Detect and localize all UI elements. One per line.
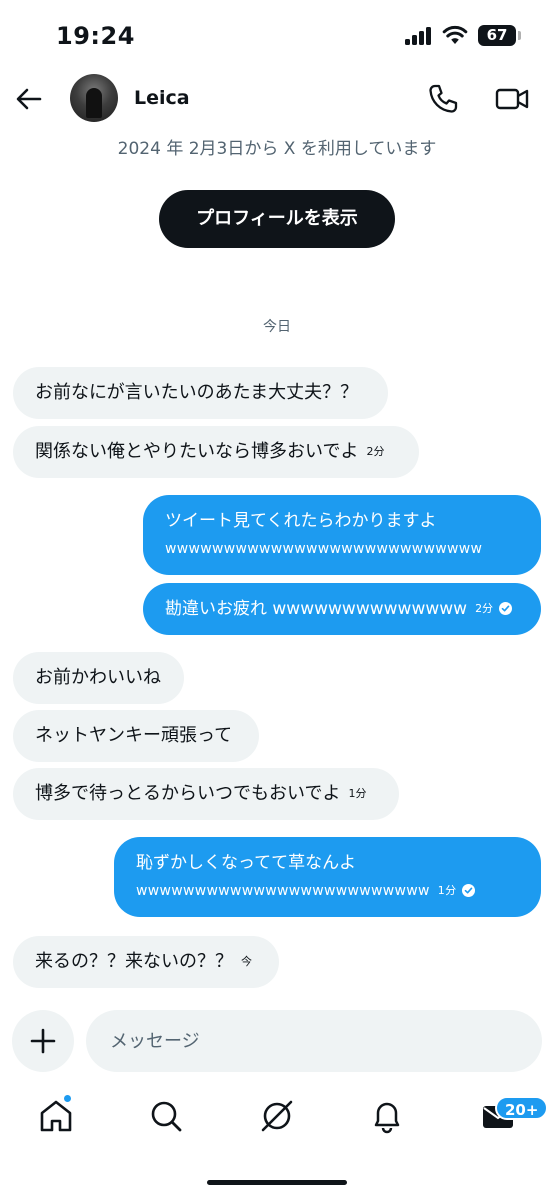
message-second-line: wwwwwwwwwwwwwwwwwwwwwwwww 1分	[136, 877, 519, 905]
message-text: wwwwwwwwwwwwwwwwwwwwwwwwwww	[165, 541, 483, 557]
message-text: お前なにが言いたいのあたま大丈夫？？	[35, 382, 359, 403]
plus-icon	[30, 1028, 56, 1054]
add-attachment-button[interactable]	[12, 1010, 74, 1072]
message-received[interactable]: お前なにが言いたいのあたま大丈夫？？	[13, 367, 388, 419]
message-text: wwwwwwwwwwwwwwwwwwwwwwwww	[136, 883, 430, 899]
message-text: 来るの？？来ないの？？	[35, 951, 233, 972]
search-icon	[151, 1101, 182, 1132]
home-notification-dot	[63, 1094, 72, 1103]
bottom-navigation	[0, 1084, 554, 1154]
avatar[interactable]	[70, 74, 118, 122]
status-time: 19:24	[56, 22, 135, 50]
message-received[interactable]: 関係ない俺とやりたいなら博多おいでよ 2分	[13, 426, 419, 478]
messages-badge: 20+	[495, 1096, 549, 1120]
message-input[interactable]	[86, 1010, 542, 1072]
message-received[interactable]: 博多で待っとるからいつでもおいでよ 1分	[13, 768, 399, 820]
phone-icon[interactable]	[426, 82, 460, 116]
message-timestamp: 1分	[348, 787, 367, 800]
grok-icon	[261, 1100, 293, 1132]
message-received[interactable]: お前かわいいね	[13, 652, 184, 704]
message-timestamp: 1分	[437, 884, 457, 897]
read-check-icon	[499, 601, 513, 615]
message-text: 恥ずかしくなってて草なんよ	[136, 853, 357, 873]
message-text: 勘違いお疲れ wwwwwwwwwwwwww	[165, 599, 468, 619]
message-text: 博多で待っとるからいつでもおいでよ	[35, 783, 341, 804]
wifi-icon	[442, 25, 468, 44]
message-sent[interactable]: 恥ずかしくなってて草なんよ wwwwwwwwwwwwwwwwwwwwwwwww 1…	[114, 837, 541, 917]
back-arrow-icon[interactable]	[12, 82, 46, 116]
message-text: 関係ない俺とやりたいなら博多おいでよ	[35, 441, 359, 462]
message-timestamp: 2分	[475, 602, 494, 615]
message-timestamp: 2分	[366, 445, 385, 458]
battery-level: 67	[478, 25, 516, 46]
contact-name[interactable]: Leica	[134, 87, 190, 109]
notifications-icon	[374, 1102, 400, 1134]
message-received[interactable]: ネットヤンキー頑張って	[13, 710, 259, 762]
message-text: ツイート見てくれたらわかりますよ	[165, 511, 437, 531]
joined-date-text: 2024 年 2月3日から X を利用しています	[117, 139, 437, 159]
view-profile-button[interactable]: プロフィールを表示	[159, 190, 395, 248]
message-received[interactable]: 来るの？？来ないの？？ 今	[13, 936, 279, 988]
message-timestamp: 今	[241, 955, 252, 968]
conversation-header: Leica	[0, 72, 554, 128]
nav-notifications[interactable]	[367, 1096, 407, 1136]
nav-home[interactable]	[36, 1094, 76, 1136]
nav-grok[interactable]	[257, 1096, 297, 1136]
message-text: お前かわいいね	[35, 667, 161, 688]
message-sent[interactable]: 勘違いお疲れ wwwwwwwwwwwwww 2分	[143, 583, 541, 635]
message-sent[interactable]: ツイート見てくれたらわかりますよ wwwwwwwwwwwwwwwwwwwwwww…	[143, 495, 541, 575]
cellular-signal-icon	[405, 27, 433, 45]
video-call-icon[interactable]	[494, 82, 530, 116]
read-check-icon	[462, 883, 476, 897]
message-text: ネットヤンキー頑張って	[35, 725, 233, 746]
nav-search[interactable]	[146, 1096, 186, 1136]
battery-tip	[518, 31, 521, 40]
date-separator: 今日	[263, 319, 291, 335]
home-indicator	[207, 1180, 347, 1185]
status-bar: 19:24 67	[0, 0, 554, 72]
